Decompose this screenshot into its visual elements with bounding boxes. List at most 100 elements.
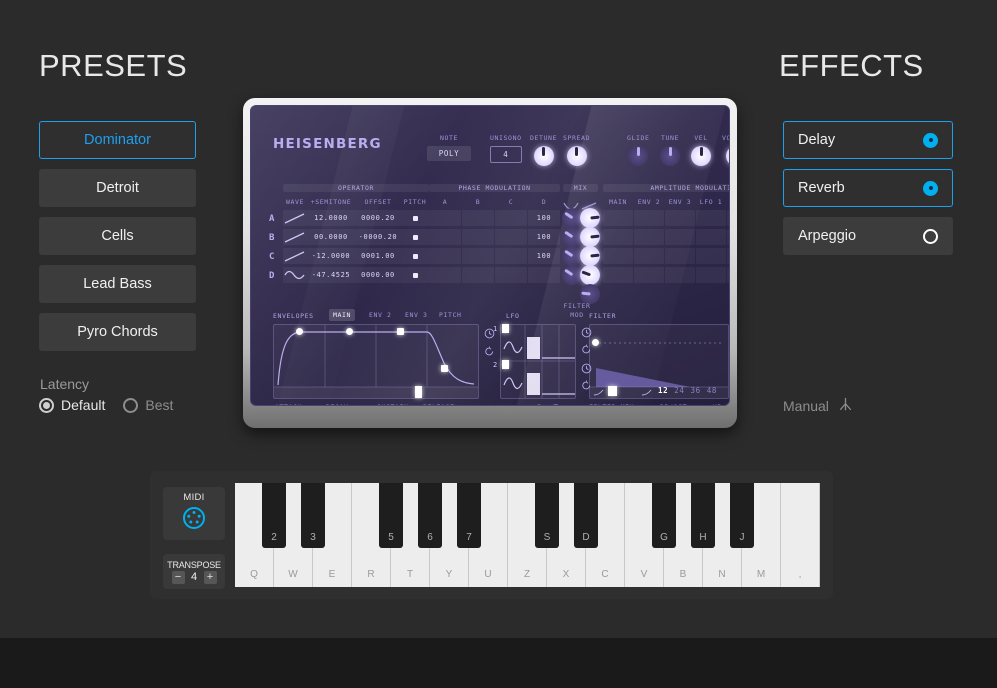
wave-cell-C[interactable]	[283, 248, 307, 264]
phase-cell-D-B[interactable]	[462, 267, 494, 283]
offset-cell-A[interactable]: 0000.20	[355, 210, 401, 226]
filter-mod-knob[interactable]	[580, 284, 600, 304]
effect-toggle-led[interactable]	[923, 132, 938, 148]
pitch-cell-D[interactable]	[401, 267, 429, 283]
black-key-7[interactable]: 7	[457, 483, 481, 548]
phase-cell-A-C[interactable]	[495, 210, 527, 226]
amp-cell-D-ENV2[interactable]	[634, 267, 664, 283]
tune-knob[interactable]	[660, 146, 680, 166]
pitch-cell-A[interactable]	[401, 210, 429, 226]
phase-cell-B-C[interactable]	[495, 229, 527, 245]
dboct-option-12[interactable]: 12	[658, 386, 668, 395]
effect-toggle-led[interactable]	[923, 180, 938, 196]
amp-cell-C-ENV3[interactable]	[665, 248, 695, 264]
amp-cell-B-LFO1[interactable]	[696, 229, 726, 245]
black-key-G[interactable]: G	[652, 483, 676, 548]
phase-cell-C-A[interactable]	[429, 248, 461, 264]
phase-cell-A-B[interactable]	[462, 210, 494, 226]
transpose-increment-button[interactable]: +	[203, 570, 217, 584]
effect-item-delay[interactable]: Delay	[783, 121, 953, 159]
effect-item-reverb[interactable]: Reverb	[783, 169, 953, 207]
black-key-3[interactable]: 3	[301, 483, 325, 548]
offset-cell-C[interactable]: 0001.00	[355, 248, 401, 264]
semitone-cell-B[interactable]: 00.0000	[307, 229, 355, 245]
dboct-option-48[interactable]: 48	[707, 386, 717, 395]
envelope-tab-env3[interactable]: ENV 3	[401, 309, 432, 321]
pitch-toggle[interactable]	[412, 234, 418, 240]
phase-cell-B-D[interactable]: 100	[528, 229, 560, 245]
amp-cell-A-LFO1[interactable]	[696, 210, 726, 226]
filter-cutoff-node[interactable]	[592, 339, 599, 346]
pitch-cell-B[interactable]	[401, 229, 429, 245]
phase-cell-B-B[interactable]	[462, 229, 494, 245]
manual-link[interactable]: Manual	[783, 397, 853, 415]
effect-toggle-led[interactable]	[923, 228, 938, 244]
mix-bright-knob-C[interactable]	[580, 246, 600, 266]
black-key-D[interactable]: D	[574, 483, 598, 548]
transpose-decrement-button[interactable]: −	[171, 570, 185, 584]
amp-cell-A-MAIN[interactable]	[603, 210, 633, 226]
preset-item-detroit[interactable]: Detroit	[39, 169, 196, 207]
amp-cell-C-MAIN[interactable]	[603, 248, 633, 264]
pitch-toggle[interactable]	[412, 253, 418, 259]
amp-cell-B-MAIN[interactable]	[603, 229, 633, 245]
preset-item-dominator[interactable]: Dominator	[39, 121, 196, 159]
amp-cell-C-LFO1[interactable]	[696, 248, 726, 264]
mix-dim-knob-A[interactable]	[562, 208, 582, 228]
latency-option-best[interactable]: Best	[123, 397, 173, 413]
pitch-cell-C[interactable]	[401, 248, 429, 264]
spread-knob[interactable]	[566, 146, 587, 166]
effect-item-arpeggio[interactable]: Arpeggio	[783, 217, 953, 255]
phase-cell-B-A[interactable]	[429, 229, 461, 245]
filter-mix-slider[interactable]	[608, 386, 617, 396]
offset-cell-B[interactable]: -0000.20	[355, 229, 401, 245]
amp-cell-D-LFO2[interactable]	[727, 267, 729, 283]
volume-knob[interactable]	[725, 146, 729, 166]
mix-dim-knob-D[interactable]	[562, 265, 582, 285]
phase-cell-C-D[interactable]: 100	[528, 248, 560, 264]
phase-cell-C-C[interactable]	[495, 248, 527, 264]
dboct-option-36[interactable]: 36	[690, 386, 700, 395]
amp-cell-D-ENV3[interactable]	[665, 267, 695, 283]
lfo-1-amount[interactable]	[502, 324, 509, 333]
filter-graph[interactable]: 12 24 36 48	[589, 324, 729, 399]
note-value[interactable]: POLY	[427, 146, 471, 161]
black-key-6[interactable]: 6	[418, 483, 442, 548]
phase-cell-C-B[interactable]	[462, 248, 494, 264]
semitone-cell-A[interactable]: 12.0000	[307, 210, 355, 226]
amp-cell-B-ENV2[interactable]	[634, 229, 664, 245]
offset-cell-D[interactable]: 0000.00	[355, 267, 401, 283]
black-key-H[interactable]: H	[691, 483, 715, 548]
amp-cell-A-LFO2[interactable]	[727, 210, 729, 226]
detune-knob[interactable]	[533, 146, 554, 166]
envelope-release-slider[interactable]	[415, 386, 422, 398]
pitch-toggle[interactable]	[412, 272, 418, 278]
envelope-node-attack[interactable]	[296, 328, 303, 335]
mix-bright-knob-A[interactable]	[580, 208, 600, 228]
black-key-S[interactable]: S	[535, 483, 559, 548]
phase-cell-A-D[interactable]: 100	[528, 210, 560, 226]
envelope-node-release[interactable]	[441, 365, 448, 372]
unisono-value[interactable]: 4	[490, 146, 522, 163]
amp-cell-B-LFO2[interactable]	[727, 229, 729, 245]
envelope-loop-icon[interactable]	[484, 344, 495, 362]
phase-cell-A-A[interactable]	[429, 210, 461, 226]
amp-cell-A-ENV3[interactable]	[665, 210, 695, 226]
black-key-5[interactable]: 5	[379, 483, 403, 548]
glide-knob[interactable]	[628, 146, 649, 166]
pitch-toggle[interactable]	[412, 215, 418, 221]
phase-cell-D-D[interactable]	[528, 267, 560, 283]
black-key-2[interactable]: 2	[262, 483, 286, 548]
amp-cell-B-ENV3[interactable]	[665, 229, 695, 245]
lfo-mode-icons[interactable]	[533, 399, 575, 405]
black-key-J[interactable]: J	[730, 483, 754, 548]
lfo-graph[interactable]	[500, 324, 576, 399]
preset-item-pyro-chords[interactable]: Pyro Chords	[39, 313, 196, 351]
amp-cell-D-MAIN[interactable]	[603, 267, 633, 283]
preset-item-lead-bass[interactable]: Lead Bass	[39, 265, 196, 303]
envelope-tab-pitch[interactable]: PITCH	[435, 309, 466, 321]
envelope-graph[interactable]	[273, 324, 479, 399]
white-key-comma[interactable]: ,	[781, 483, 820, 587]
preset-item-cells[interactable]: Cells	[39, 217, 196, 255]
midi-indicator[interactable]: MIDI	[163, 487, 225, 540]
